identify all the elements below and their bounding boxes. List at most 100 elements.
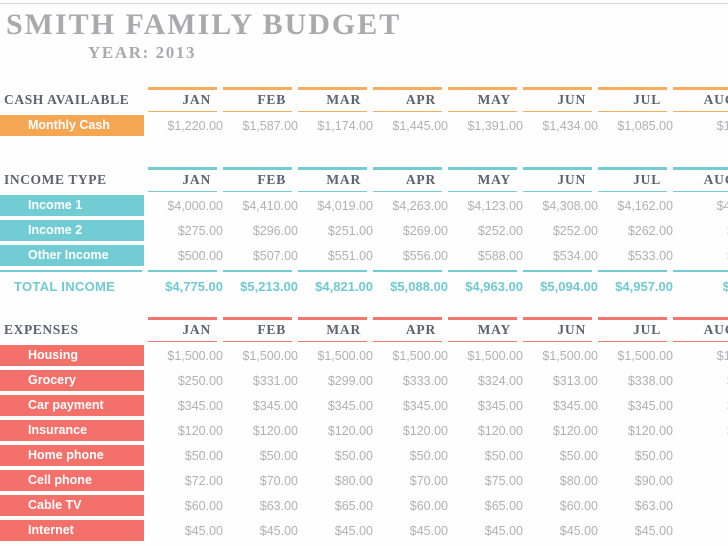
row-label-cell[interactable]: Internet [0,518,148,543]
cell-value[interactable]: $533.00 [598,243,673,268]
cell-value[interactable]: $45.00 [448,518,523,543]
cell-value[interactable]: $7 [673,468,728,493]
table-row[interactable]: Monthly Cash $1,220.00 $1,587.00 $1,174.00 $… [0,113,728,138]
cell-value[interactable]: $12 [673,418,728,443]
cell-value[interactable]: $4,263.00 [373,193,448,218]
cell-value[interactable]: $70.00 [373,468,448,493]
cell-value[interactable]: $1,174.00 [298,113,373,138]
table-row[interactable]: Housing $1,500.00 $1,500.00 $1,500.00 $1,500… [0,343,728,368]
cell-value[interactable]: $1,50 [673,343,728,368]
cell-value[interactable]: $65.00 [298,493,373,518]
cell-value[interactable]: $275.00 [148,218,223,243]
cell-value[interactable]: $50.00 [148,443,223,468]
cell-value[interactable]: $296.00 [223,218,298,243]
cell-value[interactable]: $50.00 [298,443,373,468]
cell-value[interactable]: $4,019.00 [298,193,373,218]
cell-value[interactable]: $345.00 [298,393,373,418]
cell-value[interactable]: $4,308.00 [523,193,598,218]
table-row[interactable]: Home phone $50.00 $50.00 $50.00 $50.00 $50.00… [0,443,728,468]
cell-value[interactable]: $80.00 [298,468,373,493]
cell-value[interactable]: $120.00 [598,418,673,443]
cell-value[interactable]: $50.00 [223,443,298,468]
cell-value[interactable]: $4,000.00 [148,193,223,218]
cell-value[interactable]: $45.00 [148,518,223,543]
cell-value[interactable]: $63.00 [598,493,673,518]
cell-value[interactable]: $25 [673,218,728,243]
cell-value[interactable]: $534.00 [523,243,598,268]
row-label-cell[interactable]: Cell phone [0,468,148,493]
cell-value[interactable]: $1,500.00 [373,343,448,368]
cell-value[interactable]: $345.00 [598,393,673,418]
cell-value[interactable]: $588.00 [448,243,523,268]
cell-value[interactable]: $1,445.00 [373,113,448,138]
cell-value[interactable]: $120.00 [373,418,448,443]
cell-value[interactable]: $58 [673,243,728,268]
row-label-cell[interactable]: Income 1 [0,193,148,218]
cell-value[interactable]: $120.00 [523,418,598,443]
cell-value[interactable]: $1,500.00 [223,343,298,368]
row-label-cell[interactable]: Car payment [0,393,148,418]
table-row[interactable]: Income 2 $275.00 $296.00 $251.00 $269.00 $252… [0,218,728,243]
cell-value[interactable]: $331.00 [223,368,298,393]
table-row[interactable]: Grocery $250.00 $331.00 $299.00 $333.00 $324.… [0,368,728,393]
cell-value[interactable]: $90.00 [598,468,673,493]
cell-value[interactable]: $262.00 [598,218,673,243]
cell-value[interactable]: $1,18 [673,113,728,138]
cell-value[interactable]: $50.00 [598,443,673,468]
cell-value[interactable]: $345.00 [448,393,523,418]
cell-value[interactable]: $4,16 [673,193,728,218]
cell-value[interactable]: $251.00 [298,218,373,243]
cell-value[interactable]: $345.00 [523,393,598,418]
cell-value[interactable]: $1,220.00 [148,113,223,138]
cell-value[interactable]: $120.00 [448,418,523,443]
table-row[interactable]: Cell phone $72.00 $70.00 $80.00 $70.00 $75.00… [0,468,728,493]
cell-value[interactable]: $252.00 [448,218,523,243]
cell-value[interactable]: $313.00 [523,368,598,393]
cell-value[interactable]: $500.00 [148,243,223,268]
cell-value[interactable]: $1,434.00 [523,113,598,138]
cell-value[interactable]: $50.00 [448,443,523,468]
cell-value[interactable]: $333.00 [373,368,448,393]
cell-value[interactable]: $345.00 [373,393,448,418]
cell-value[interactable]: $72.00 [148,468,223,493]
cell-value[interactable]: $70.00 [223,468,298,493]
cell-value[interactable]: $1,587.00 [223,113,298,138]
cell-value[interactable]: $4,162.00 [598,193,673,218]
cell-value[interactable]: $250.00 [148,368,223,393]
table-row[interactable]: Insurance $120.00 $120.00 $120.00 $120.00 $12… [0,418,728,443]
cell-value[interactable]: $1,500.00 [448,343,523,368]
cell-value[interactable]: $5 [673,443,728,468]
cell-value[interactable]: $299.00 [298,368,373,393]
row-label-cell[interactable]: Home phone [0,443,148,468]
cell-value[interactable]: $120.00 [298,418,373,443]
row-label-cell[interactable]: Other Income [0,243,148,268]
cell-value[interactable]: $1,085.00 [598,113,673,138]
cell-value[interactable]: $4,410.00 [223,193,298,218]
cell-value[interactable]: $1,500.00 [298,343,373,368]
cell-value[interactable]: $65.00 [448,493,523,518]
cell-value[interactable]: $50.00 [373,443,448,468]
cell-value[interactable]: $45.00 [373,518,448,543]
cell-value[interactable]: $338.00 [598,368,673,393]
cell-value[interactable]: $269.00 [373,218,448,243]
row-label-cell[interactable]: Income 2 [0,218,148,243]
cell-value[interactable]: $4,123.00 [448,193,523,218]
row-label-cell[interactable]: Insurance [0,418,148,443]
table-row[interactable]: Internet $45.00 $45.00 $45.00 $45.00 $45.00 $4… [0,518,728,543]
cell-value[interactable]: $50.00 [523,443,598,468]
cell-value[interactable]: $6 [673,493,728,518]
cell-value[interactable]: $120.00 [223,418,298,443]
row-label-cell[interactable]: Grocery [0,368,148,393]
cell-value[interactable]: $1,500.00 [523,343,598,368]
table-row[interactable]: Car payment $345.00 $345.00 $345.00 $345.00 $… [0,393,728,418]
cell-value[interactable]: $45.00 [223,518,298,543]
cell-value[interactable]: $551.00 [298,243,373,268]
cell-value[interactable]: $80.00 [523,468,598,493]
cell-value[interactable]: $45.00 [598,518,673,543]
cell-value[interactable]: $60.00 [373,493,448,518]
row-label-cell[interactable]: Cable TV [0,493,148,518]
cell-value[interactable]: $324.00 [448,368,523,393]
cell-value[interactable]: $507.00 [223,243,298,268]
cell-value[interactable]: $4 [673,518,728,543]
cell-value[interactable]: $60.00 [148,493,223,518]
